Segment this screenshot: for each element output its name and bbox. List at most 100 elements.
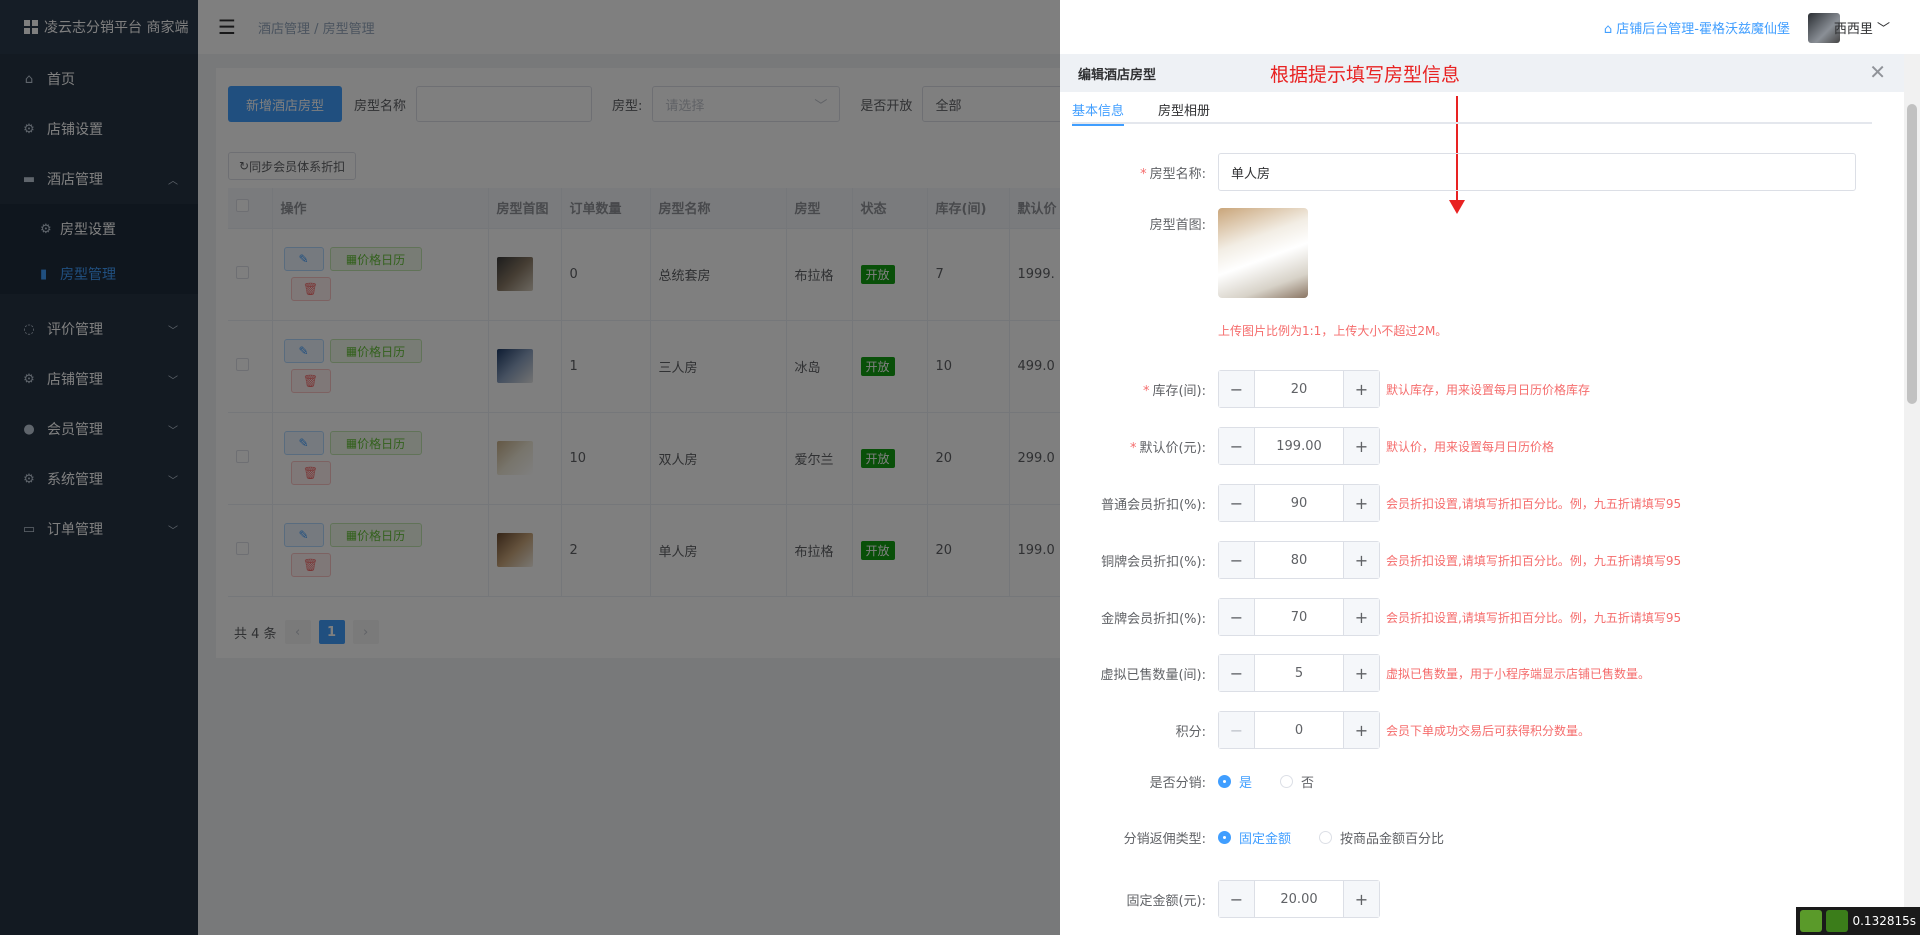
price-label: 默认价(元): [1139, 440, 1206, 456]
username: 西西里 [1833, 22, 1873, 37]
stock-stepper[interactable]: −20 + [1218, 370, 1380, 408]
radio-dot [1218, 774, 1231, 788]
plus-icon[interactable]: + [1343, 712, 1379, 748]
minus-icon[interactable]: − [1219, 599, 1255, 635]
chevron-down-icon: ﹀ [1876, 22, 1890, 37]
gold-discount-value[interactable]: 70 [1255, 599, 1343, 635]
close-icon[interactable]: ✕ [1869, 60, 1886, 84]
virtual-hint: 虚拟已售数量，用于小程序端显示店铺已售数量。 [1386, 666, 1651, 681]
form-row-distribution: 是否分销: 是 否 [1060, 766, 1880, 796]
form-row-bronze-discount: 铜牌会员折扣(%): −80 + 会员折扣设置,请填写折扣百分比。例，九五折请填写… [1060, 541, 1880, 579]
minus-icon[interactable]: − [1219, 485, 1255, 521]
radio-label: 按商品金额百分比 [1340, 831, 1445, 847]
fixed-amount-value[interactable]: 20.00 [1255, 881, 1343, 917]
form-row-points: 积分: −0 + 会员下单成功交易后可获得积分数量。 [1060, 711, 1880, 749]
virtual-sold-value[interactable]: 5 [1255, 655, 1343, 691]
fixed-amount-stepper[interactable]: −20.00 + [1218, 880, 1380, 918]
form-row-gold-discount: 金牌会员折扣(%): −70 + 会员折扣设置,请填写折扣百分比。例，九五折请填写… [1060, 598, 1880, 636]
plus-icon[interactable]: + [1343, 428, 1379, 464]
user-menu[interactable]: 西西里 ﹀ [1834, 18, 1890, 37]
normal-discount-stepper[interactable]: −90 + [1218, 484, 1380, 522]
minus-icon[interactable]: − [1219, 371, 1255, 407]
price-value[interactable]: 199.00 [1255, 428, 1343, 464]
points-value[interactable]: 0 [1255, 712, 1343, 748]
scrollbar-thumb[interactable] [1907, 104, 1917, 404]
radio-label: 固定金额 [1239, 831, 1292, 847]
store-link[interactable]: ⌂ 店铺后台管理-霍格沃兹魔仙堡 [1604, 18, 1790, 37]
edit-room-drawer: 编辑酒店房型 ✕ 根据提示填写房型信息 基本信息 房型相册 * 房型名称: 单人房… [1060, 54, 1920, 935]
minus-icon[interactable]: − [1219, 542, 1255, 578]
plus-icon[interactable]: + [1343, 542, 1379, 578]
debug-timer: 0.132815s [1796, 907, 1920, 935]
plus-icon[interactable]: + [1343, 599, 1379, 635]
form-row-price: * 默认价(元): −199.00 + 默认价，用来设置每月日历价格 [1060, 427, 1880, 465]
tab-basic-info[interactable]: 基本信息 [1072, 94, 1142, 126]
form-row-rebate-type: 分销返佣类型: 固定金额 按商品金额百分比 [1060, 822, 1880, 852]
points-hint: 会员下单成功交易后可获得积分数量。 [1386, 723, 1591, 738]
stock-hint: 默认库存，用来设置每月日历价格库存 [1386, 382, 1591, 397]
field-label: * 房型名称: [1060, 163, 1218, 182]
drawer-header: 编辑酒店房型 [1060, 54, 1920, 92]
minus-icon: − [1219, 712, 1255, 748]
minus-icon[interactable]: − [1219, 428, 1255, 464]
discount-hint: 会员折扣设置,请填写折扣百分比。例，九五折请填写95 [1386, 610, 1682, 625]
modal-overlay[interactable] [0, 0, 1060, 935]
plus-icon[interactable]: + [1343, 371, 1379, 407]
form-row-stock: * 库存(间): −20 + 默认库存，用来设置每月日历价格库存 [1060, 370, 1880, 408]
form-row-normal-discount: 普通会员折扣(%): −90 + 会员折扣设置,请填写折扣百分比。例，九五折请填写… [1060, 484, 1880, 522]
discount-hint: 会员折扣设置,请填写折扣百分比。例，九五折请填写95 [1386, 496, 1682, 511]
required-mark: * [1129, 440, 1137, 456]
drawer-tabs: 基本信息 房型相册 [1072, 94, 1872, 126]
field-label: 虚拟已售数量(间): [1100, 667, 1206, 683]
leaf-icon [1826, 910, 1849, 932]
leaf-icon [1800, 910, 1823, 932]
minus-icon[interactable]: − [1219, 881, 1255, 917]
bronze-discount-stepper[interactable]: −80 + [1218, 541, 1380, 579]
stock-label: 库存(间): [1152, 383, 1206, 399]
distribution-no-radio[interactable]: 否 [1280, 772, 1314, 791]
points-stepper[interactable]: −0 + [1218, 711, 1380, 749]
store-link-label: 店铺后台管理-霍格沃兹魔仙堡 [1616, 22, 1790, 37]
rebate-percent-radio[interactable]: 按商品金额百分比 [1319, 828, 1444, 847]
normal-discount-value[interactable]: 90 [1255, 485, 1343, 521]
field-label: * 库存(间): [1060, 380, 1218, 399]
price-hint: 默认价，用来设置每月日历价格 [1386, 439, 1555, 454]
home-icon: ⌂ [1603, 22, 1617, 37]
form-row-image-hint: 上传图片比例为1:1，上传大小不超过2M。 [1060, 322, 1880, 339]
minus-icon[interactable]: − [1219, 655, 1255, 691]
distribution-yes-radio[interactable]: 是 [1218, 772, 1252, 791]
field-label: 铜牌会员折扣(%): [1101, 554, 1206, 570]
discount-hint: 会员折扣设置,请填写折扣百分比。例，九五折请填写95 [1386, 553, 1682, 568]
radio-label: 是 [1239, 775, 1253, 791]
rebate-fixed-radio[interactable]: 固定金额 [1218, 828, 1291, 847]
name-label: 房型名称: [1149, 166, 1206, 182]
plus-icon[interactable]: + [1343, 485, 1379, 521]
gold-discount-stepper[interactable]: −70 + [1218, 598, 1380, 636]
stock-value[interactable]: 20 [1255, 371, 1343, 407]
radio-label: 否 [1301, 775, 1315, 791]
field-label: 普通会员折扣(%): [1101, 497, 1206, 513]
form-row-name: * 房型名称: 单人房 [1060, 153, 1880, 191]
plus-icon[interactable]: + [1343, 655, 1379, 691]
image-hint: 上传图片比例为1:1，上传大小不超过2M。 [1218, 324, 1448, 338]
drawer-scrollbar[interactable] [1904, 54, 1920, 935]
timer-value: 0.132815s [1852, 914, 1916, 928]
form-row-virtual-sold: 虚拟已售数量(间): −5 + 虚拟已售数量，用于小程序端显示店铺已售数量。 [1060, 654, 1880, 692]
form-row-image: 房型首图: [1060, 208, 1880, 298]
required-mark: * [1140, 166, 1147, 182]
plus-icon[interactable]: + [1343, 881, 1379, 917]
field-label: 积分: [1175, 724, 1206, 740]
room-name-field[interactable]: 单人房 [1218, 153, 1856, 191]
field-label: * 默认价(元): [1060, 437, 1218, 456]
virtual-sold-stepper[interactable]: −5 + [1218, 654, 1380, 692]
field-label: 固定金额(元): [1126, 893, 1206, 909]
radio-dot [1280, 774, 1294, 788]
drawer-title: 编辑酒店房型 [1078, 67, 1157, 83]
price-stepper[interactable]: −199.00 + [1218, 427, 1380, 465]
radio-dot [1319, 830, 1333, 844]
tab-room-album[interactable]: 房型相册 [1158, 94, 1228, 124]
field-label: 分销返佣类型: [1123, 831, 1206, 847]
bronze-discount-value[interactable]: 80 [1255, 542, 1343, 578]
field-label: 金牌会员折扣(%): [1101, 611, 1206, 627]
room-cover-image[interactable] [1218, 208, 1308, 298]
